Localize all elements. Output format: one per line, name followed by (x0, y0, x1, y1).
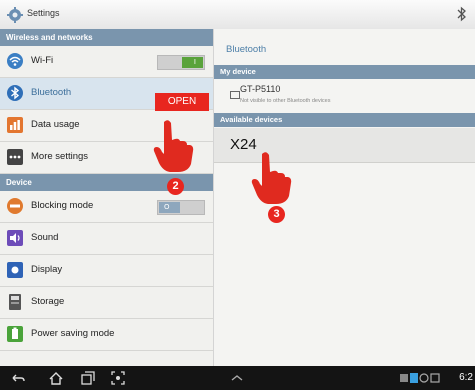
toggle-knob (182, 57, 203, 68)
bluetooth-icon (7, 85, 23, 101)
tap-hand-icon (251, 152, 292, 204)
display-icon (7, 262, 23, 278)
bluetooth-scan-icon[interactable] (455, 6, 469, 22)
sidebar-item-power-saving[interactable]: Power saving mode (0, 319, 213, 351)
sidebar-item-label: Storage (31, 296, 65, 307)
sound-icon (7, 230, 23, 246)
my-device-status: Not visible to other Bluetooth devices (240, 98, 331, 104)
my-device-name: GT-P5110 (240, 84, 281, 94)
step-badge: 3 (268, 206, 285, 223)
sidebar-item-label: Bluetooth (31, 87, 72, 98)
section-my-device: My device (214, 65, 475, 79)
detail-title: Bluetooth (226, 44, 267, 55)
settings-gear-icon (7, 7, 23, 23)
system-nav-bar: 6:2 (0, 366, 475, 390)
blocking-mode-toggle[interactable]: O (157, 200, 205, 215)
more-settings-icon (7, 149, 23, 165)
step-badge: 2 (167, 178, 184, 195)
app-title: Settings (27, 8, 60, 18)
recent-apps-icon[interactable] (80, 370, 96, 386)
section-wireless: Wireless and networks (0, 29, 213, 46)
sidebar-item-label: Blocking mode (31, 200, 94, 211)
my-device-item[interactable]: GT-P5110 Not visible to other Bluetooth … (214, 79, 475, 114)
clock: 6:2 (459, 372, 473, 383)
sidebar-item-label: Power saving mode (31, 328, 115, 339)
sidebar-item-storage[interactable]: Storage (0, 287, 213, 319)
sidebar-item-label: Data usage (31, 119, 80, 130)
tablet-icon (230, 91, 240, 99)
chevron-up-icon[interactable] (229, 370, 245, 386)
sidebar-item-label: More settings (31, 151, 89, 162)
open-callout: OPEN (155, 93, 209, 111)
toggle-state: I (193, 58, 196, 66)
blocking-mode-icon (7, 198, 23, 214)
storage-icon (9, 294, 21, 310)
wifi-toggle[interactable]: I (157, 55, 205, 70)
sidebar-item-display[interactable]: Display (0, 255, 213, 287)
sidebar-item-sound[interactable]: Sound (0, 223, 213, 255)
data-usage-icon (7, 117, 23, 133)
wifi-icon (7, 53, 23, 69)
toggle-state: O (164, 203, 170, 211)
sidebar-item-wifi[interactable]: Wi-Fi I (0, 46, 213, 78)
status-icons (400, 373, 440, 383)
sidebar-item-blocking-mode[interactable]: Blocking mode O (0, 191, 213, 223)
tap-hand-icon (153, 120, 194, 172)
power-saving-icon (7, 326, 23, 342)
home-icon[interactable] (48, 370, 64, 386)
screenshot-icon[interactable] (110, 370, 126, 386)
section-available-devices: Available devices (214, 113, 475, 127)
sidebar-item-label: Display (31, 264, 63, 275)
sidebar-item-label: Sound (31, 232, 59, 243)
back-icon[interactable] (10, 370, 26, 386)
sidebar-item-label: Wi-Fi (31, 55, 54, 66)
action-bar: Settings (0, 0, 475, 30)
settings-sidebar: Wireless and networks Wi-Fi I Bluetooth … (0, 29, 214, 366)
